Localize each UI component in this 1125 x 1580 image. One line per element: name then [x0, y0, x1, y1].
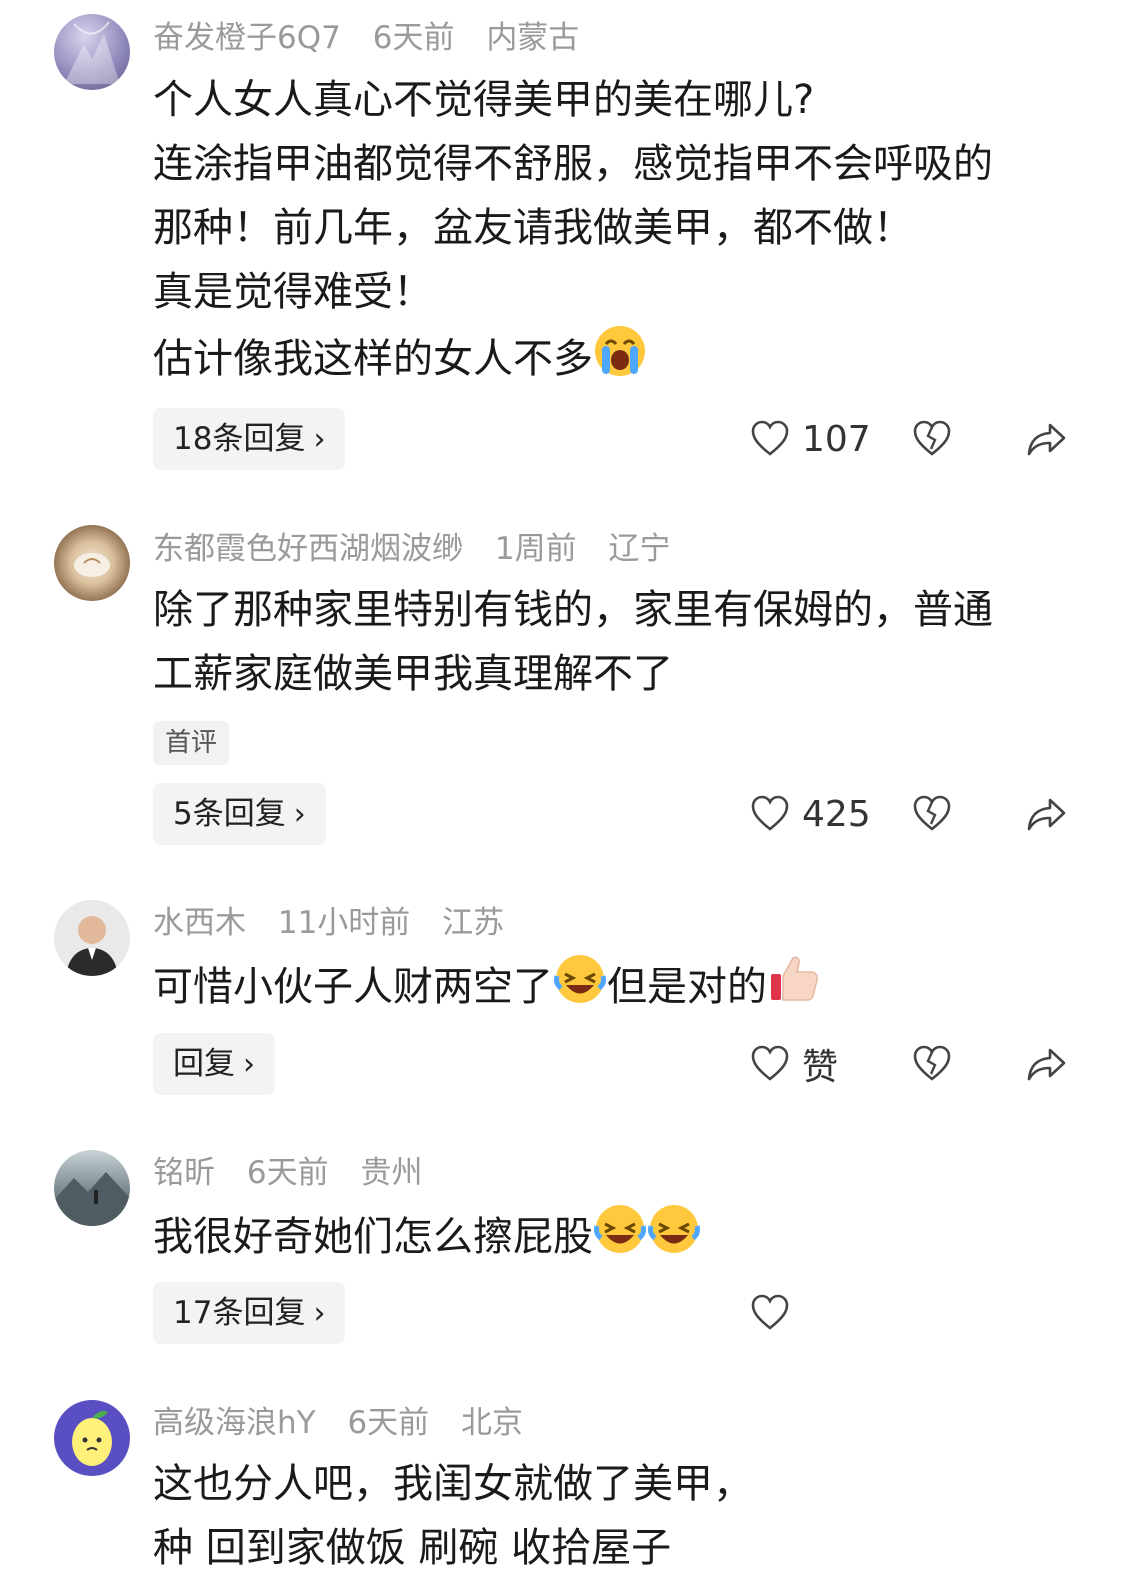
- chevron-right-icon: ›: [313, 1296, 326, 1331]
- comment-line-text: 但是对的: [607, 964, 767, 1010]
- heart-icon: [751, 795, 789, 831]
- dislike-button[interactable]: [912, 1033, 956, 1095]
- comment-meta: 水西木 11小时前 江苏: [153, 903, 526, 943]
- username[interactable]: 水西木: [153, 905, 246, 941]
- username[interactable]: 高级海浪hY: [153, 1405, 316, 1441]
- share-icon: [1027, 423, 1066, 456]
- avatar[interactable]: [54, 1150, 130, 1226]
- dislike-button[interactable]: [912, 783, 956, 845]
- timestamp: 1周前: [494, 531, 577, 567]
- chevron-right-icon: ›: [313, 422, 326, 457]
- reply-label: 回复: [173, 1046, 235, 1082]
- comment-text: 可惜小伙子人财两空了 但是对的: [153, 952, 1073, 1025]
- heart-icon: [751, 1294, 789, 1330]
- comment-line: 这也分人吧，我闺女就做了美甲，: [153, 1461, 753, 1507]
- landscape-avatar-icon: [54, 1172, 130, 1226]
- laughing-crying-face-icon: [647, 1202, 701, 1275]
- first-comment-badge: 首评: [153, 721, 230, 765]
- like-button[interactable]: [750, 1282, 790, 1344]
- laughing-crying-face-icon: [593, 1202, 647, 1275]
- location: 江苏: [442, 905, 505, 941]
- dislike-button[interactable]: [912, 408, 956, 470]
- comment-line: 估计像我这样的女人不多: [153, 324, 1073, 397]
- like-count: 107: [802, 418, 871, 460]
- avatar[interactable]: [54, 900, 130, 976]
- view-replies-button[interactable]: 18条回复 ›: [153, 408, 346, 470]
- location: 北京: [461, 1405, 524, 1441]
- username[interactable]: 奋发橙子6Q7: [153, 20, 341, 56]
- reply-count-label: 17条回复: [173, 1295, 306, 1331]
- crying-face-icon: [593, 324, 647, 397]
- reply-button[interactable]: 回复 ›: [153, 1033, 275, 1095]
- comment-meta: 奋发橙子6Q7 6天前 内蒙古: [153, 18, 601, 58]
- broken-heart-icon: [913, 795, 951, 831]
- comment-text: 这也分人吧，我闺女就做了美甲， 种 回到家做饭 刷碗 收拾屋子: [153, 1452, 1073, 1580]
- avatar[interactable]: [54, 525, 130, 601]
- comment-line: 个人女人真心不觉得美甲的美在哪儿?: [153, 77, 815, 123]
- timestamp: 11小时前: [277, 905, 411, 941]
- broken-heart-icon: [913, 420, 951, 456]
- comment-meta: 铭昕 6天前 贵州: [153, 1153, 444, 1193]
- share-button[interactable]: [1026, 408, 1070, 470]
- username[interactable]: 东都霞色好西湖烟波缈: [153, 531, 463, 567]
- comment-meta: 高级海浪hY 6天前 北京: [153, 1403, 545, 1443]
- like-button[interactable]: 赞: [750, 1033, 838, 1095]
- like-count: 425: [802, 793, 871, 835]
- comment-text: 除了那种家里特别有钱的，家里有保姆的，普通 工薪家庭做美甲我真理解不了: [153, 578, 1073, 706]
- person-avatar-icon: [66, 916, 118, 976]
- chevron-right-icon: ›: [243, 1047, 255, 1082]
- location: 内蒙古: [486, 20, 580, 56]
- comment-meta: 东都霞色好西湖烟波缈 1周前 辽宁: [153, 529, 692, 569]
- like-label: 赞: [802, 1047, 839, 1088]
- comment-text: 我很好奇她们怎么擦屁股: [153, 1202, 1073, 1275]
- avatar-image-icon: [64, 21, 120, 84]
- comment-text: 个人女人真心不觉得美甲的美在哪儿? 连涂指甲油都觉得不舒服，感觉指甲不会呼吸的 …: [153, 68, 1073, 397]
- comment-line: 工薪家庭做美甲我真理解不了: [153, 651, 673, 697]
- reply-count-label: 18条回复: [173, 421, 306, 457]
- thumbs-up-icon: [767, 952, 821, 1025]
- reply-count-label: 5条回复: [173, 796, 286, 832]
- comment-line: 可惜小伙子人财两空了 但是对的: [153, 952, 1073, 1025]
- like-button[interactable]: 107: [750, 408, 871, 470]
- avatar[interactable]: [54, 14, 130, 90]
- comment-line: 除了那种家里特别有钱的，家里有保姆的，普通: [153, 587, 993, 633]
- location: 辽宁: [608, 531, 671, 567]
- coffee-cup-icon: [74, 553, 110, 577]
- comment-line: 连涂指甲油都觉得不舒服，感觉指甲不会呼吸的: [153, 141, 993, 187]
- share-button[interactable]: [1026, 1033, 1070, 1095]
- comment-line-text: 我很好奇她们怎么擦屁股: [153, 1214, 593, 1260]
- username[interactable]: 铭昕: [153, 1155, 215, 1191]
- like-button[interactable]: 425: [750, 783, 871, 845]
- comment-line-text: 估计像我这样的女人不多: [153, 336, 593, 382]
- lemon-avatar-icon: [72, 1410, 112, 1466]
- comment-line-text: 可惜小伙子人财两空了: [153, 964, 553, 1010]
- timestamp: 6天前: [372, 20, 455, 56]
- comment-line: 真是觉得难受！: [153, 269, 433, 315]
- share-button[interactable]: [1026, 783, 1070, 845]
- share-icon: [1027, 1048, 1066, 1081]
- laughing-crying-face-icon: [553, 952, 607, 1025]
- heart-icon: [751, 420, 789, 456]
- comment-line: 我很好奇她们怎么擦屁股: [153, 1202, 1073, 1275]
- comment-line: 种 回到家做饭 刷碗 收拾屋子: [153, 1525, 672, 1571]
- location: 贵州: [360, 1155, 423, 1191]
- chevron-right-icon: ›: [293, 797, 306, 832]
- view-replies-button[interactable]: 5条回复 ›: [153, 783, 326, 845]
- comment-line: 那种！前几年，盆友请我做美甲，都不做！: [153, 205, 913, 251]
- avatar[interactable]: [54, 1400, 130, 1476]
- heart-icon: [751, 1045, 789, 1081]
- timestamp: 6天前: [347, 1405, 430, 1441]
- share-icon: [1027, 798, 1066, 831]
- view-replies-button[interactable]: 17条回复 ›: [153, 1282, 346, 1344]
- timestamp: 6天前: [246, 1155, 329, 1191]
- broken-heart-icon: [913, 1045, 951, 1081]
